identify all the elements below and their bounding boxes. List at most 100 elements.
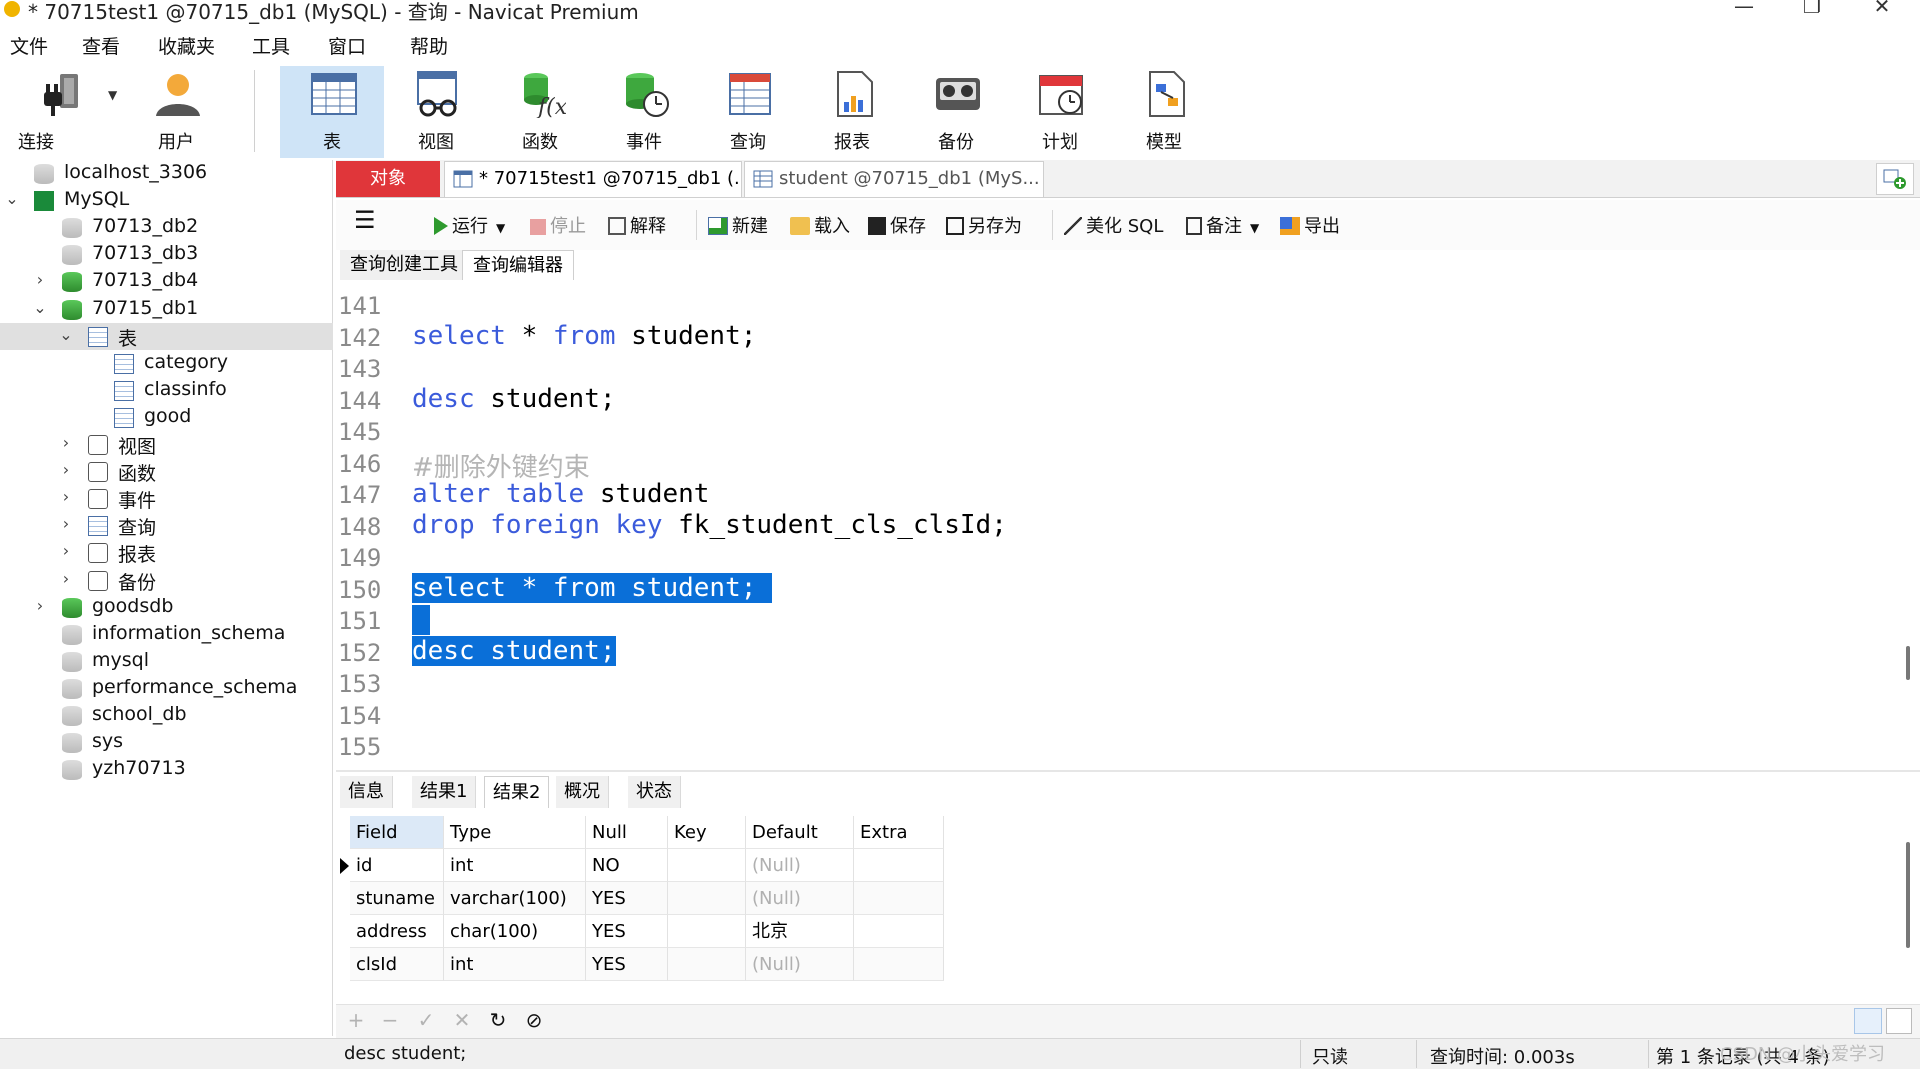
maximize-button[interactable]: ❐ <box>1792 0 1832 18</box>
chevron-right-icon[interactable]: › <box>58 514 74 533</box>
table-cell[interactable] <box>668 849 746 882</box>
new-query-button[interactable]: 新建 <box>708 212 768 238</box>
chevron-down-icon[interactable]: ⌄ <box>32 298 48 317</box>
grid-view-icon[interactable] <box>1854 1008 1882 1034</box>
result-scrollbar[interactable] <box>1906 842 1910 948</box>
minimize-button[interactable]: — <box>1724 0 1764 18</box>
results-divider[interactable] <box>336 770 1920 772</box>
stop-query-icon[interactable]: ⊘ <box>522 1008 546 1032</box>
table-cell[interactable]: id <box>350 849 444 882</box>
ribbon-function-button[interactable]: f(x) 函数 <box>488 66 592 158</box>
ribbon-event-button[interactable]: 事件 <box>592 66 696 158</box>
tree-node[interactable]: information_schema <box>0 621 333 648</box>
table-cell[interactable]: int <box>444 948 586 981</box>
table-cell[interactable] <box>854 948 944 981</box>
tree-node[interactable]: ⌄ MySQL <box>0 187 333 214</box>
tab-status[interactable]: 状态 <box>628 776 681 808</box>
table-cell[interactable]: NO <box>586 849 668 882</box>
ribbon-table-button[interactable]: 表 <box>280 66 384 158</box>
tree-node[interactable]: › 函数 <box>0 458 333 485</box>
tab-query-70715test1[interactable]: * 70715test1 @70715_db1 (... <box>444 161 742 197</box>
tree-node[interactable]: 70713_db3 <box>0 241 333 268</box>
tree-node[interactable]: › 备份 <box>0 567 333 594</box>
delete-record-icon[interactable]: − <box>378 1008 402 1032</box>
tab-info[interactable]: 信息 <box>340 776 393 808</box>
apply-changes-icon[interactable]: ✓ <box>414 1008 438 1032</box>
chevron-right-icon[interactable]: › <box>32 596 48 615</box>
close-button[interactable]: ✕ <box>1862 0 1902 18</box>
hamburger-menu-icon[interactable]: ☰ <box>354 206 376 234</box>
editor-scrollbar[interactable] <box>1906 646 1910 680</box>
tree-node[interactable]: classinfo <box>0 377 333 404</box>
tab-query-editor[interactable]: 查询编辑器 <box>462 250 574 280</box>
comment-button[interactable]: 备注 ▼ <box>1186 212 1259 238</box>
chevron-right-icon[interactable]: › <box>32 270 48 289</box>
table-cell[interactable]: YES <box>586 882 668 915</box>
table-cell[interactable]: stuname <box>350 882 444 915</box>
tab-objects[interactable]: 对象 <box>336 161 440 197</box>
ribbon-connection-button[interactable]: 连接 ▼ <box>10 66 122 158</box>
ribbon-user-button[interactable]: 用户 <box>124 66 228 158</box>
table-cell[interactable]: YES <box>586 915 668 948</box>
column-header[interactable]: Type <box>444 816 586 849</box>
chevron-right-icon[interactable]: › <box>58 569 74 588</box>
table-cell[interactable]: clsId <box>350 948 444 981</box>
new-tab-button[interactable] <box>1876 163 1914 195</box>
column-header[interactable]: Default <box>746 816 854 849</box>
tree-node[interactable]: › 70713_db4 <box>0 268 333 295</box>
tree-node[interactable]: localhost_3306 <box>0 160 333 187</box>
ribbon-view-button[interactable]: 视图 <box>384 66 488 158</box>
tree-node[interactable]: sys <box>0 729 333 756</box>
table-cell[interactable]: address <box>350 915 444 948</box>
tree-node[interactable]: ⌄ 表 <box>0 322 333 350</box>
column-header[interactable]: Key <box>668 816 746 849</box>
export-button[interactable]: 导出 <box>1280 212 1340 238</box>
table-cell[interactable] <box>668 915 746 948</box>
table-cell[interactable] <box>854 882 944 915</box>
tree-node[interactable]: › 事件 <box>0 485 333 512</box>
beautify-sql-button[interactable]: 美化 SQL <box>1064 212 1163 238</box>
menu-tools[interactable]: 工具 <box>252 32 290 59</box>
table-cell[interactable]: (Null) <box>746 948 854 981</box>
ribbon-query-button[interactable]: 查询 <box>696 66 800 158</box>
tree-node[interactable]: ⌄ 70715_db1 <box>0 296 333 323</box>
chevron-right-icon[interactable]: › <box>58 433 74 452</box>
table-cell[interactable] <box>854 915 944 948</box>
table-cell[interactable]: (Null) <box>746 849 854 882</box>
tree-node[interactable]: › 报表 <box>0 539 333 566</box>
tree-node[interactable]: mysql <box>0 648 333 675</box>
discard-changes-icon[interactable]: ✕ <box>450 1008 474 1032</box>
tree-node[interactable]: category <box>0 350 333 377</box>
tree-node[interactable]: yzh70713 <box>0 756 333 783</box>
tree-node[interactable]: good <box>0 404 333 431</box>
tree-node[interactable]: performance_schema <box>0 675 333 702</box>
tab-query-builder[interactable]: 查询创建工具 <box>340 250 468 280</box>
table-cell[interactable] <box>668 882 746 915</box>
run-button[interactable]: 运行 ▼ <box>434 212 505 238</box>
table-cell[interactable]: YES <box>586 948 668 981</box>
ribbon-schedule-button[interactable]: 计划 <box>1008 66 1112 158</box>
table-cell[interactable]: varchar(100) <box>444 882 586 915</box>
column-header[interactable]: Extra <box>854 816 944 849</box>
chevron-right-icon[interactable]: › <box>58 460 74 479</box>
ribbon-report-button[interactable]: 报表 <box>800 66 904 158</box>
table-cell[interactable]: (Null) <box>746 882 854 915</box>
ribbon-model-button[interactable]: 模型 <box>1112 66 1216 158</box>
menu-window[interactable]: 窗口 <box>328 32 366 59</box>
table-cell[interactable]: int <box>444 849 586 882</box>
save-button[interactable]: 保存 <box>868 212 926 238</box>
tab-table-student[interactable]: student @70715_db1 (MyS... <box>744 161 1044 197</box>
menu-favorites[interactable]: 收藏夹 <box>158 32 215 59</box>
ribbon-backup-button[interactable]: 备份 <box>904 66 1008 158</box>
add-record-icon[interactable]: + <box>344 1008 368 1032</box>
table-cell[interactable] <box>668 948 746 981</box>
form-view-icon[interactable] <box>1886 1008 1912 1034</box>
tree-node[interactable]: › goodsdb <box>0 594 333 621</box>
column-header[interactable]: Field <box>350 816 444 849</box>
menu-help[interactable]: 帮助 <box>410 32 448 59</box>
tab-profile[interactable]: 概况 <box>556 776 609 808</box>
menu-view[interactable]: 查看 <box>82 32 120 59</box>
tree-node[interactable]: › 视图 <box>0 431 333 458</box>
chevron-right-icon[interactable]: › <box>58 541 74 560</box>
explain-button[interactable]: 解释 <box>608 212 666 238</box>
